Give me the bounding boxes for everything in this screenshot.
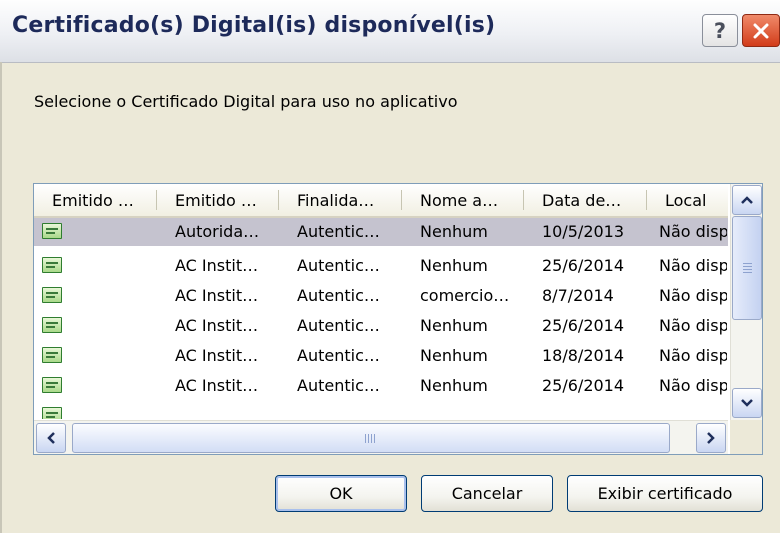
- cell-date: 25/6/2014: [542, 376, 625, 395]
- view-certificate-button[interactable]: Exibir certificado: [567, 475, 763, 512]
- dialog-title: Certificado(s) Digital(is) disponível(is…: [12, 13, 496, 38]
- cell-friendly-name: Nenhum: [420, 346, 488, 365]
- cell-location: Não disp: [659, 222, 727, 241]
- table-row[interactable]: AC Instit… Autentic… Nenhum 25/6/2014 Nã…: [34, 372, 728, 400]
- column-header-issued-to[interactable]: Emitido …: [34, 184, 156, 216]
- vertical-scrollbar[interactable]: [730, 184, 762, 420]
- certificate-icon: [42, 347, 62, 363]
- scroll-down-button[interactable]: [732, 388, 762, 418]
- certificate-icon: [42, 377, 62, 393]
- cell-date: 18/8/2014: [542, 346, 625, 365]
- close-button[interactable]: [742, 14, 780, 47]
- scroll-right-button[interactable]: [696, 423, 726, 453]
- cell-purpose: Autentic…: [297, 286, 380, 305]
- cell-purpose: Autentic…: [297, 376, 380, 395]
- chevron-right-icon: [707, 432, 715, 444]
- certificate-icon: [42, 317, 62, 333]
- cell-purpose: Autentic…: [297, 222, 380, 241]
- cancel-button[interactable]: Cancelar: [421, 475, 553, 512]
- table-row[interactable]: Autorida… Autentic… Nenhum 10/5/2013 Não…: [34, 218, 728, 246]
- table-row[interactable]: AC Instit… Autentic… Nenhum 25/6/2014 Nã…: [34, 252, 728, 280]
- cell-location: Não disp: [659, 316, 727, 335]
- cell-location: Não disp: [659, 346, 727, 365]
- certificate-icon: [42, 257, 62, 273]
- column-header-location[interactable]: Local: [647, 184, 728, 216]
- cell-purpose: Autentic…: [297, 256, 380, 275]
- table-row[interactable]: AC Instit… Autentic… Nenhum 18/8/2014 Nã…: [34, 342, 728, 370]
- list-rows: Autorida… Autentic… Nenhum 10/5/2013 Não…: [34, 218, 728, 419]
- cell-location: Não disp: [659, 286, 727, 305]
- cell-issued-by: AC Instit…: [175, 286, 259, 305]
- horizontal-scroll-thumb[interactable]: [72, 423, 670, 453]
- table-row[interactable]: AC Instit… Autentic… comercio… 8/7/2014 …: [34, 282, 728, 310]
- cell-friendly-name: comercio…: [420, 286, 510, 305]
- cell-date: 25/6/2014: [542, 316, 625, 335]
- cell-friendly-name: Nenhum: [420, 376, 488, 395]
- table-row-partial[interactable]: [34, 402, 728, 419]
- column-header-purpose[interactable]: Finalida…: [279, 184, 401, 216]
- cell-location: Não disp: [659, 376, 727, 395]
- window-left-edge: [0, 62, 2, 533]
- certificate-dialog: Certificado(s) Digital(is) disponível(is…: [0, 0, 780, 533]
- scrollbar-corner: [730, 420, 762, 454]
- cell-friendly-name: Nenhum: [420, 256, 488, 275]
- cell-location: Não disp: [659, 256, 727, 275]
- list-header: Emitido … Emitido … Finalida… Nome a… Da…: [34, 184, 728, 218]
- cell-purpose: Autentic…: [297, 316, 380, 335]
- grip-icon: [743, 263, 752, 273]
- column-header-friendly-name[interactable]: Nome a…: [402, 184, 523, 216]
- column-header-issued-by[interactable]: Emitido …: [157, 184, 278, 216]
- column-header-date[interactable]: Data de…: [524, 184, 646, 216]
- cell-friendly-name: Nenhum: [420, 316, 488, 335]
- certificate-icon: [42, 407, 62, 419]
- table-row[interactable]: AC Instit… Autentic… Nenhum 25/6/2014 Nã…: [34, 312, 728, 340]
- certificate-icon: [42, 223, 62, 239]
- cell-issued-by: AC Instit…: [175, 346, 259, 365]
- cell-friendly-name: Nenhum: [420, 222, 488, 241]
- title-bar: Certificado(s) Digital(is) disponível(is…: [0, 0, 780, 63]
- scroll-left-button[interactable]: [36, 423, 66, 453]
- chevron-down-icon: [741, 399, 753, 407]
- cell-date: 25/6/2014: [542, 256, 625, 275]
- cell-purpose: Autentic…: [297, 346, 380, 365]
- scroll-up-button[interactable]: [732, 185, 762, 215]
- cell-date: 10/5/2013: [542, 222, 625, 241]
- chevron-up-icon: [741, 196, 753, 204]
- ok-button[interactable]: OK: [275, 475, 407, 512]
- cell-issued-by: AC Instit…: [175, 316, 259, 335]
- chevron-left-icon: [47, 432, 55, 444]
- cell-issued-by: Autorida…: [175, 222, 260, 241]
- cell-issued-by: AC Instit…: [175, 376, 259, 395]
- help-button[interactable]: ?: [702, 14, 738, 47]
- help-icon: ?: [713, 18, 727, 43]
- vertical-scroll-thumb[interactable]: [732, 216, 762, 320]
- close-icon: [753, 23, 769, 38]
- instruction-text: Selecione o Certificado Digital para uso…: [34, 92, 458, 111]
- cell-date: 8/7/2014: [542, 286, 614, 305]
- horizontal-scrollbar[interactable]: [34, 420, 728, 454]
- certificate-icon: [42, 287, 62, 303]
- grip-icon: [365, 434, 377, 443]
- cell-issued-by: AC Instit…: [175, 256, 259, 275]
- certificate-list[interactable]: Emitido … Emitido … Finalida… Nome a… Da…: [33, 183, 763, 455]
